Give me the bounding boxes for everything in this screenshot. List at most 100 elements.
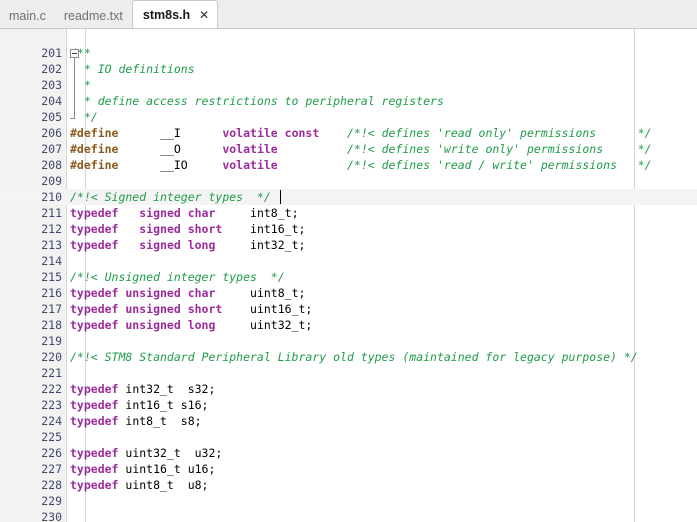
editor-pane[interactable]: 201/** 202 * IO definitions 203 * 204 * def… — [0, 28, 697, 522]
code-line[interactable]: 210 /*!< Signed integer types */ — [0, 189, 697, 205]
code-token-pre: #define — [70, 158, 119, 172]
code-token-plain: uint32_t; — [215, 318, 313, 332]
code-text-area[interactable]: 201/** 202 * IO definitions 203 * 204 * def… — [0, 29, 697, 522]
line-number: 217 — [41, 302, 62, 316]
code-token-comment: /*!< defines 'read only' permissions */ — [346, 126, 652, 140]
code-token-comment: * IO definitions — [70, 62, 195, 76]
line-number: 209 — [41, 174, 62, 188]
editor-tab-label: stm8s.h — [142, 7, 191, 22]
code-token-kw: typedef unsigned short — [70, 302, 223, 316]
code-token-comment: /*!< Unsigned integer types */ — [70, 270, 285, 284]
code-line[interactable]: 223 typedef int16_t s16; — [0, 397, 697, 413]
code-token-plain: uint8_t; — [215, 286, 306, 300]
editor-tab-readme-txt[interactable]: readme.txt — [55, 4, 132, 28]
text-cursor — [279, 190, 281, 204]
code-line[interactable]: 213 typedef signed long int32_t; — [0, 237, 697, 253]
line-number: 216 — [41, 286, 62, 300]
code-line[interactable]: 202 * IO definitions — [0, 61, 697, 77]
code-line-text: /*!< Unsigned integer types */ — [70, 269, 285, 285]
line-number: 215 — [41, 270, 62, 284]
code-line[interactable]: 227 typedef uint16_t u16; — [0, 461, 697, 477]
code-token-kw: typedef — [70, 462, 119, 476]
code-fold-bracket-line — [74, 58, 75, 118]
code-line[interactable]: 214 — [0, 253, 697, 269]
line-number: 207 — [41, 142, 62, 156]
code-token-comment: /*!< Signed integer types */ — [70, 190, 271, 204]
code-line[interactable]: 226 typedef uint32_t u32; — [0, 445, 697, 461]
code-line[interactable]: 208 #define __IO volatile /*!< defines 'r… — [0, 157, 697, 173]
code-token-kw: volatile — [222, 158, 278, 172]
code-line[interactable]: 220 /*!< STM8 Standard Peripheral Library… — [0, 349, 697, 365]
code-token-comment: /*!< STM8 Standard Peripheral Library ol… — [70, 350, 638, 364]
code-line[interactable]: 221 — [0, 365, 697, 381]
code-token-kw: typedef — [70, 478, 119, 492]
code-line-text: typedef int8_t s8; — [70, 413, 202, 429]
line-number: 211 — [41, 206, 62, 220]
code-line-text: * IO definitions — [70, 61, 195, 77]
code-line-text: typedef signed long int32_t; — [70, 237, 305, 253]
line-number: 208 — [41, 158, 62, 172]
code-token-kw: signed short — [139, 222, 223, 236]
line-number: 201 — [41, 46, 62, 60]
code-token-plain: int8_t s8; — [118, 414, 202, 428]
code-token-kw: typedef — [70, 222, 119, 236]
line-number: 205 — [41, 110, 62, 124]
line-number: 227 — [41, 462, 62, 476]
code-line[interactable]: 212 typedef signed short int16_t; — [0, 221, 697, 237]
code-token-kw: typedef unsigned long — [70, 318, 216, 332]
code-line[interactable]: 216 typedef unsigned char uint8_t; — [0, 285, 697, 301]
code-fold-toggle-icon[interactable] — [70, 49, 79, 58]
line-number: 219 — [41, 334, 62, 348]
code-line[interactable]: 228 typedef uint8_t u8; — [0, 477, 697, 493]
code-line[interactable]: 201/** — [0, 45, 697, 61]
code-line-text: typedef signed short int16_t; — [70, 221, 305, 237]
line-number: 226 — [41, 446, 62, 460]
editor-tab-label: main.c — [9, 9, 46, 23]
code-token-kw: typedef — [70, 398, 119, 412]
code-line[interactable]: 225 — [0, 429, 697, 445]
code-line[interactable]: 204 * define access restrictions to peri… — [0, 93, 697, 109]
code-line[interactable]: 219 — [0, 333, 697, 349]
code-line[interactable]: 230 — [0, 509, 697, 522]
editor-tab-main-c[interactable]: main.c — [0, 4, 55, 28]
code-line[interactable]: 229 — [0, 493, 697, 509]
code-token-plain: uint8_t u8; — [118, 478, 209, 492]
line-number: 223 — [41, 398, 62, 412]
code-line-text: #define __O volatile /*!< defines 'write… — [70, 141, 652, 157]
code-token-comment: /*!< defines 'write only' permissions */ — [346, 142, 652, 156]
code-line[interactable]: 211 typedef signed char int8_t; — [0, 205, 697, 221]
line-number: 224 — [41, 414, 62, 428]
code-line[interactable]: 207 #define __O volatile /*!< defines 'wr… — [0, 141, 697, 157]
editor-tab-stm8s-h[interactable]: stm8s.h ✕ — [131, 0, 219, 28]
code-line-text: #define __IO volatile /*!< defines 'read… — [70, 157, 652, 173]
code-token-kw: typedef — [70, 446, 119, 460]
line-number: 206 — [41, 126, 62, 140]
code-line-text: typedef unsigned short uint16_t; — [70, 301, 312, 317]
code-line[interactable]: 218 typedef unsigned long uint32_t; — [0, 317, 697, 333]
code-token-plain: int16_t s16; — [118, 398, 209, 412]
code-line[interactable]: 203 * — [0, 77, 697, 93]
code-line-text: typedef unsigned long uint32_t; — [70, 317, 312, 333]
code-line[interactable]: 205 */ — [0, 109, 697, 125]
code-token-kw: typedef — [70, 414, 119, 428]
code-line[interactable]: 217 typedef unsigned short uint16_t; — [0, 301, 697, 317]
code-line[interactable]: 206 #define __I volatile const /*!< defin… — [0, 125, 697, 141]
code-token-plain: __I — [118, 126, 223, 140]
code-token-comment: * define access restrictions to peripher… — [70, 94, 444, 108]
close-icon[interactable]: ✕ — [199, 9, 209, 21]
code-line-text: typedef signed char int8_t; — [70, 205, 299, 221]
code-token-pre: #define — [70, 142, 119, 156]
code-line[interactable]: 209 — [0, 173, 697, 189]
code-token-plain: uint32_t u32; — [118, 446, 223, 460]
line-number: 228 — [41, 478, 62, 492]
code-line[interactable]: 224 typedef int8_t s8; — [0, 413, 697, 429]
code-line[interactable]: 222 typedef int32_t s32; — [0, 381, 697, 397]
code-token-kw: typedef — [70, 238, 119, 252]
line-number: 213 — [41, 238, 62, 252]
code-line[interactable]: 215 /*!< Unsigned integer types */ — [0, 269, 697, 285]
